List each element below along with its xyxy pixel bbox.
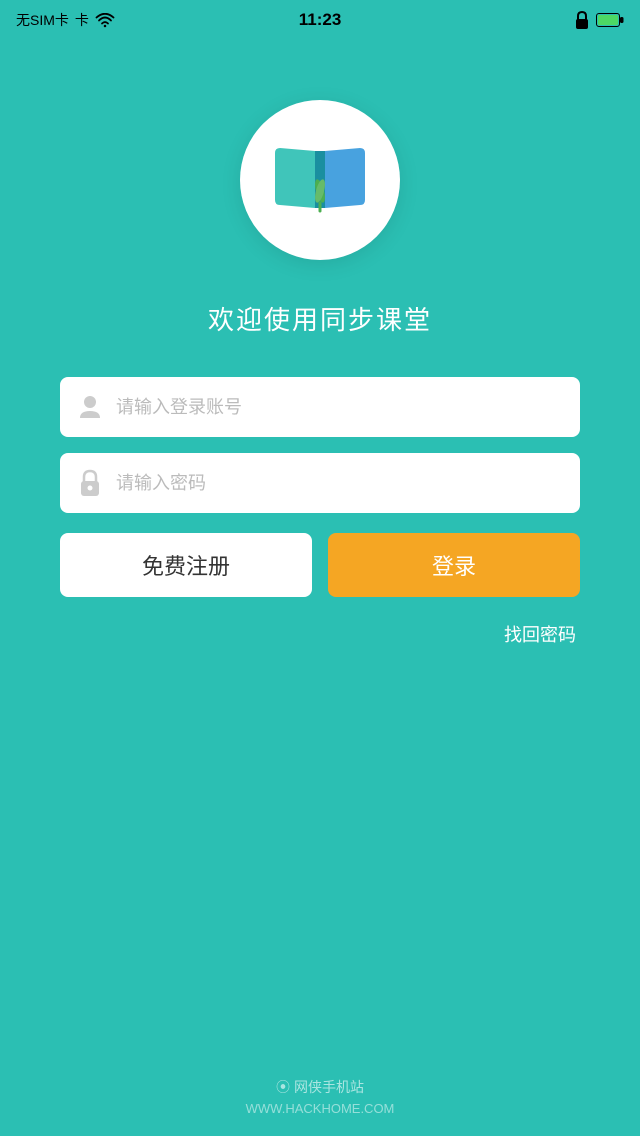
register-button[interactable]: 免费注册 [60, 533, 312, 597]
watermark-url: WWW.HACKHOME.COM [246, 1101, 395, 1116]
username-input[interactable] [116, 397, 564, 418]
status-bar: 无SIM卡 卡 11:23 [0, 0, 640, 40]
password-input[interactable] [116, 473, 564, 494]
logo-svg [265, 133, 375, 223]
status-left: 无SIM卡 卡 [16, 10, 115, 30]
user-icon [76, 393, 104, 421]
forgot-password-link[interactable]: 找回密码 [60, 621, 580, 647]
carrier-x: 卡 [75, 10, 89, 30]
buttons-row: 免费注册 登录 [60, 533, 580, 597]
battery-icon [596, 13, 624, 27]
username-input-wrapper [60, 377, 580, 437]
lock-icon [574, 11, 590, 29]
wifi-icon [95, 13, 115, 28]
status-right [574, 11, 624, 29]
welcome-text: 欢迎使用同步课堂 [208, 300, 432, 337]
carrier-text: 无SIM卡 [16, 10, 69, 30]
watermark: ⦿ 网侠手机站 WWW.HACKHOME.COM [246, 1077, 395, 1116]
password-input-wrapper [60, 453, 580, 513]
login-button[interactable]: 登录 [328, 533, 580, 597]
status-time: 11:23 [299, 10, 342, 30]
form-container: 免费注册 登录 找回密码 [60, 377, 580, 647]
lock-field-icon [76, 469, 104, 497]
main-content: 欢迎使用同步课堂 免费 [0, 40, 640, 647]
watermark-site: ⦿ 网侠手机站 [276, 1077, 364, 1097]
app-logo [240, 100, 400, 260]
